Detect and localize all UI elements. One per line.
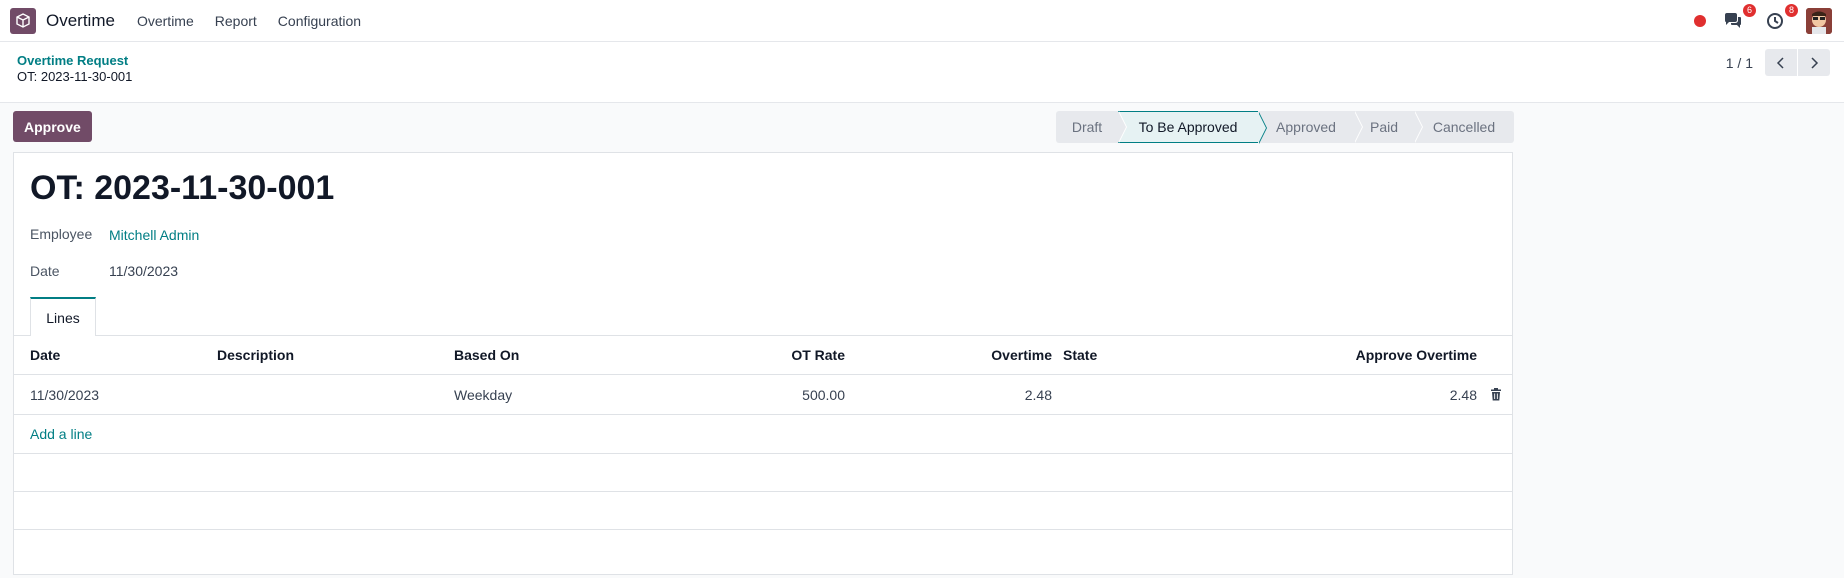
cell-approve-overtime[interactable]: 2.48 <box>1214 375 1477 414</box>
breadcrumb-current: OT: 2023-11-30-001 <box>17 69 133 84</box>
chevron-left-icon <box>1776 56 1784 69</box>
action-bar: Approve Draft To Be Approved Approved Pa… <box>0 103 1844 153</box>
cell-based-on[interactable]: Weekday <box>454 375 512 414</box>
add-a-line-link[interactable]: Add a line <box>30 426 92 442</box>
employee-label: Employee <box>30 226 93 242</box>
trash-icon[interactable] <box>1490 375 1502 414</box>
date-field[interactable]: 11/30/2023 <box>109 263 178 279</box>
app-brand[interactable]: Overtime <box>46 11 115 31</box>
statusbar: Draft To Be Approved Approved Paid Cance… <box>1056 111 1514 144</box>
record-title: OT: 2023-11-30-001 <box>30 169 335 207</box>
cell-ot-rate[interactable]: 500.00 <box>614 375 845 414</box>
column-ot-rate[interactable]: OT Rate <box>614 336 845 374</box>
app-logo-icon[interactable] <box>10 7 36 34</box>
activities-badge: 8 <box>1784 3 1798 17</box>
messages-icon[interactable]: 6 <box>1722 3 1756 32</box>
pager-next-button[interactable] <box>1798 49 1830 76</box>
form-sheet: OT: 2023-11-30-001 Employee Mitchell Adm… <box>13 152 1513 575</box>
add-line-row: Add a line <box>14 415 1512 454</box>
cell-overtime[interactable]: 2.48 <box>864 375 1052 414</box>
table-row[interactable]: 11/30/2023 Weekday 500.00 2.48 2.48 <box>14 375 1512 415</box>
activities-clock-icon[interactable]: 8 <box>1764 3 1798 32</box>
status-paid[interactable]: Paid <box>1354 111 1423 143</box>
column-state[interactable]: State <box>1063 336 1097 374</box>
chevron-right-icon <box>1811 56 1819 69</box>
status-cancelled[interactable]: Cancelled <box>1414 111 1514 143</box>
status-draft[interactable]: Draft <box>1056 111 1127 143</box>
column-date[interactable]: Date <box>30 336 60 374</box>
tab-lines[interactable]: Lines <box>30 297 96 336</box>
column-approve-overtime[interactable]: Approve Overtime <box>1214 336 1477 374</box>
lines-table: Date Description Based On OT Rate Overti… <box>14 336 1512 530</box>
empty-row <box>14 492 1512 530</box>
status-to-be-approved[interactable]: To Be Approved <box>1118 111 1267 144</box>
user-avatar[interactable] <box>1806 7 1832 34</box>
date-label: Date <box>30 263 60 279</box>
recording-indicator-icon[interactable] <box>1694 14 1706 27</box>
top-navbar: Overtime Overtime Report Configuration 6… <box>0 0 1844 42</box>
status-approved[interactable]: Approved <box>1258 111 1363 143</box>
employee-field[interactable]: Mitchell Admin <box>109 227 199 243</box>
messages-badge: 6 <box>1742 3 1756 17</box>
menu-item-configuration[interactable]: Configuration <box>278 13 361 29</box>
column-description[interactable]: Description <box>217 336 294 374</box>
pager-previous-button[interactable] <box>1765 49 1797 76</box>
pager: 1 / 1 <box>1726 49 1830 76</box>
column-overtime[interactable]: Overtime <box>864 336 1052 374</box>
table-header-row: Date Description Based On OT Rate Overti… <box>14 336 1512 375</box>
control-panel: Overtime Request OT: 2023-11-30-001 1 / … <box>0 42 1844 103</box>
pager-value[interactable]: 1 / 1 <box>1726 55 1753 71</box>
column-based-on[interactable]: Based On <box>454 336 519 374</box>
approve-button[interactable]: Approve <box>13 111 92 142</box>
systray: 6 8 <box>1694 0 1832 41</box>
empty-row <box>14 454 1512 492</box>
menu-item-report[interactable]: Report <box>215 13 257 29</box>
cell-date[interactable]: 11/30/2023 <box>30 375 99 414</box>
menu-item-overtime[interactable]: Overtime <box>137 13 194 29</box>
breadcrumb-parent-link[interactable]: Overtime Request <box>17 53 128 68</box>
